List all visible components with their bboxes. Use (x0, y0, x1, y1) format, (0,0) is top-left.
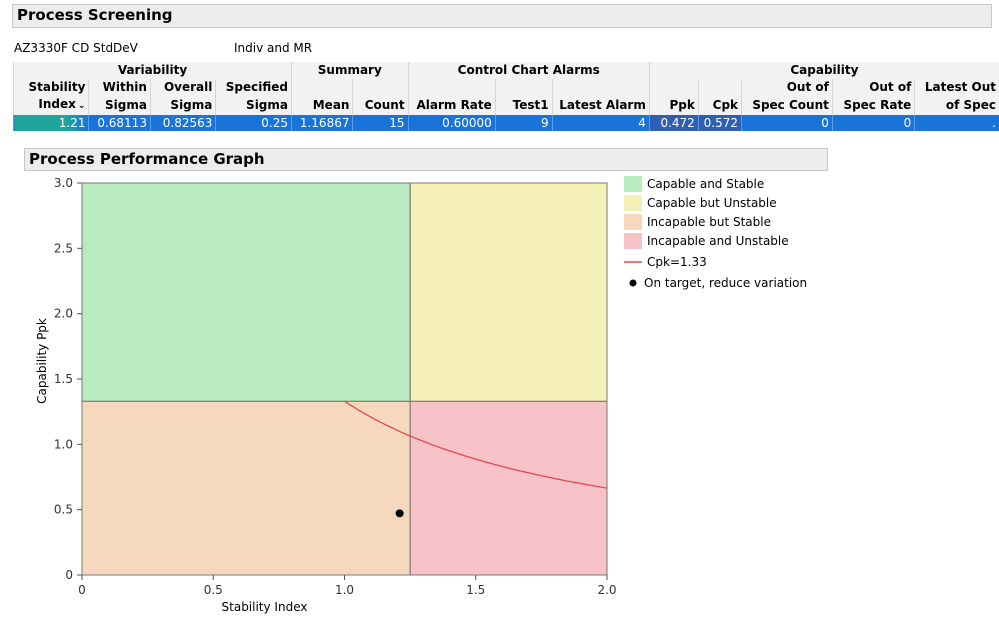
legend-label: Incapable but Stable (647, 215, 771, 229)
column-header-row-1: Stability Within Overall Specified Out o… (12, 79, 999, 96)
col-alarm-rate-line1[interactable] (407, 79, 496, 96)
col-stability-index-label: Index (38, 97, 76, 111)
cell-mean[interactable]: 1.16867 (290, 115, 353, 131)
legend-label: On target, reduce variation (644, 276, 807, 290)
col-specified-line1[interactable]: Specified (215, 79, 292, 96)
legend-label: Incapable and Unstable (647, 234, 789, 248)
cell-within-sigma[interactable]: 0.68113 (88, 115, 151, 131)
x-axis-label: Stability Index (222, 600, 308, 614)
col-latest-alarm-line1[interactable] (551, 79, 650, 96)
process-label: AZ3330F CD StdDeV (14, 41, 138, 55)
cell-cpk[interactable]: 0.572 (697, 115, 742, 131)
col-cpk[interactable]: Cpk (697, 96, 742, 115)
group-header-row: Variability Summary Control Chart Alarms… (13, 62, 999, 79)
col-mean[interactable]: Mean (290, 96, 353, 115)
group-variability[interactable]: Variability (13, 62, 292, 79)
legend-swatch (624, 214, 642, 230)
col-count-line1[interactable] (352, 79, 409, 96)
process-screening-header[interactable]: Process Screening (12, 4, 992, 28)
col-ppk[interactable]: Ppk (648, 96, 699, 115)
col-overall-line1[interactable]: Overall (149, 79, 216, 96)
chart-type-label: Indiv and MR (234, 41, 313, 55)
col-latest-oos-line1[interactable]: Latest Out (914, 79, 999, 96)
x-tick-label: 0 (78, 583, 86, 597)
legend-label: Capable and Stable (647, 177, 764, 191)
data-point-0 (395, 509, 404, 518)
sort-descending-icon[interactable]: ⌄ (78, 101, 86, 111)
col-within-line1[interactable]: Within (88, 79, 151, 96)
col-oos-count-line1[interactable]: Out of (741, 79, 833, 96)
legend-swatch (624, 176, 642, 192)
y-tick-label: 3.0 (54, 176, 73, 190)
cell-overall-sigma[interactable]: 0.82563 (149, 115, 216, 131)
col-count[interactable]: Count (352, 96, 409, 115)
x-tick-label: 0.5 (204, 583, 223, 597)
y-tick-label: 0.5 (54, 503, 73, 517)
cell-out-of-spec-rate[interactable]: 0 (831, 115, 915, 131)
cell-latest-out-of-spec[interactable]: . (914, 115, 999, 131)
col-out-of-spec-count[interactable]: Spec Count (741, 96, 833, 115)
col-stability-line1[interactable]: Stability (12, 79, 89, 96)
cell-specified-sigma[interactable]: 0.25 (215, 115, 292, 131)
region-incapable-but-stable (82, 401, 411, 575)
y-tick-label: 1.5 (54, 372, 73, 386)
col-alarm-rate[interactable]: Alarm Rate (407, 96, 496, 115)
process-performance-graph-header[interactable]: Process Performance Graph (24, 148, 828, 171)
region-incapable-and-unstable (410, 401, 607, 575)
cell-stability-index[interactable]: 1.21 (12, 115, 89, 131)
group-capability[interactable]: Capability (648, 62, 999, 79)
col-out-of-spec-rate[interactable]: Spec Rate (831, 96, 915, 115)
legend-label: Capable but Unstable (647, 196, 777, 210)
legend-point-marker (629, 279, 637, 287)
col-latest-alarm[interactable]: Latest Alarm (551, 96, 650, 115)
process-performance-graph[interactable]: 0 0.5 1.0 1.5 2.0 0 0.5 1.0 1.5 2.0 2.5 3.0 Stabilit… (0, 171, 999, 632)
col-overall-sigma[interactable]: Sigma (149, 96, 216, 115)
y-axis-label: Capability Ppk (35, 318, 49, 404)
col-cpk-line1[interactable] (697, 79, 742, 96)
col-test1-line1[interactable] (494, 79, 553, 96)
legend-swatch (624, 195, 642, 211)
cell-test1[interactable]: 9 (494, 115, 553, 131)
process-screening-title: Process Screening (17, 6, 173, 24)
x-tick-label: 1.0 (335, 583, 354, 597)
cell-count[interactable]: 15 (352, 115, 409, 131)
col-mean-line1[interactable] (290, 79, 353, 96)
column-header-row-2: Index ⌄ Sigma Sigma Sigma Mean Count Alar… (12, 96, 999, 115)
cell-ppk[interactable]: 0.472 (648, 115, 699, 131)
y-tick-label: 0 (65, 568, 73, 582)
group-control-chart-alarms[interactable]: Control Chart Alarms (407, 62, 650, 79)
cell-latest-alarm[interactable]: 4 (551, 115, 650, 131)
col-specified-sigma[interactable]: Sigma (215, 96, 292, 115)
legend-swatch (624, 233, 642, 249)
y-tick-label: 1.0 (54, 437, 73, 451)
col-ppk-line1[interactable] (648, 79, 699, 96)
table-row[interactable]: 1.21 0.68113 0.82563 0.25 1.16867 15 0.6… (12, 115, 999, 131)
y-tick-label: 2.5 (54, 241, 73, 255)
process-screening-table: Variability Summary Control Chart Alarms… (12, 62, 999, 131)
region-capable-and-stable (82, 183, 411, 402)
col-latest-out-of-spec[interactable]: of Spec (914, 96, 999, 115)
legend-label: Cpk=1.33 (647, 255, 707, 269)
col-oos-rate-line1[interactable]: Out of (831, 79, 915, 96)
col-within-sigma[interactable]: Sigma (88, 96, 151, 115)
cell-out-of-spec-count[interactable]: 0 (741, 115, 833, 131)
x-tick-label: 1.5 (466, 583, 485, 597)
col-test1[interactable]: Test1 (494, 96, 553, 115)
x-tick-label: 2.0 (597, 583, 616, 597)
region-capable-but-unstable (410, 183, 607, 402)
cell-alarm-rate[interactable]: 0.60000 (407, 115, 496, 131)
process-performance-graph-title: Process Performance Graph (29, 150, 265, 168)
col-stability-index[interactable]: Index ⌄ (12, 96, 89, 115)
y-tick-label: 2.0 (54, 307, 73, 321)
group-summary[interactable]: Summary (291, 62, 409, 79)
